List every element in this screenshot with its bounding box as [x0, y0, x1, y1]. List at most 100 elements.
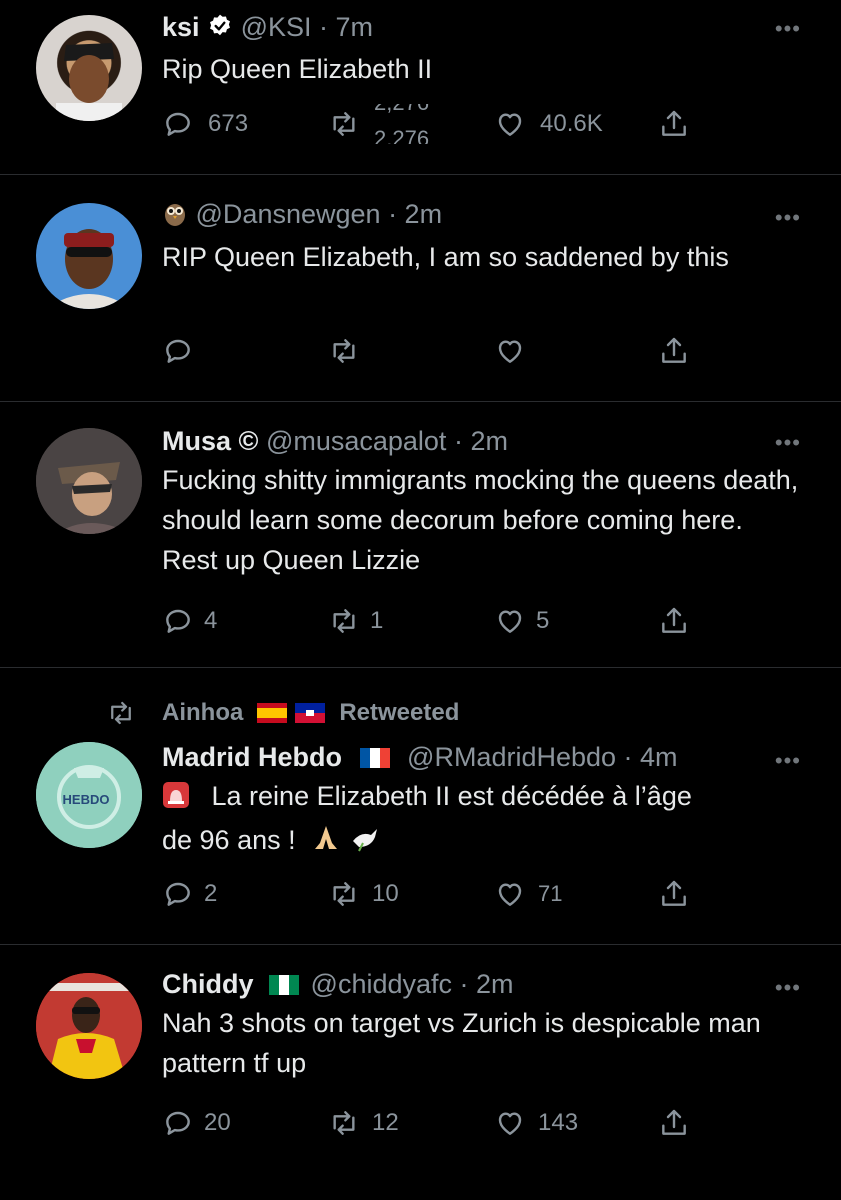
- owl-emoji-icon: [162, 199, 188, 235]
- heart-icon: [494, 878, 526, 910]
- retweet-count: 10: [372, 880, 399, 907]
- like-count: 5: [536, 607, 550, 634]
- avatar[interactable]: [36, 15, 142, 121]
- action-bar: 20 12 143: [162, 1103, 722, 1143]
- reply-icon: [162, 335, 194, 367]
- tweet-3[interactable]: Musa © @musacapalot · 2m Fucking shitty …: [0, 402, 841, 668]
- retweet-icon: [328, 335, 360, 367]
- tweet-5[interactable]: Chiddy @chiddyafc · 2m Nah 3 shots on ta…: [0, 945, 841, 1200]
- retweet-button[interactable]: 2,276 2,276: [328, 104, 444, 144]
- avatar-text: HEBDO: [63, 792, 110, 807]
- more-options-icon[interactable]: •••: [775, 16, 801, 42]
- france-flag-icon: [359, 748, 390, 768]
- retweet-icon: [328, 605, 360, 637]
- avatar[interactable]: HEBDO: [36, 742, 142, 848]
- like-count: 40.6K: [540, 110, 603, 137]
- share-button[interactable]: [658, 104, 690, 144]
- retweet-button[interactable]: 12: [328, 1103, 399, 1143]
- tweet-1[interactable]: ksi @KSI · 7m Rip Queen Elizabeth II •••…: [0, 0, 841, 175]
- action-bar: 4 1 5: [162, 601, 722, 641]
- timestamp[interactable]: · 2m: [454, 426, 508, 456]
- reply-button[interactable]: 20: [162, 1103, 231, 1143]
- reply-button[interactable]: 673: [162, 104, 248, 144]
- reply-button[interactable]: 4: [162, 601, 217, 641]
- retweet-count-prev: 2,276: [374, 104, 429, 116]
- share-icon: [658, 108, 690, 140]
- share-icon: [658, 1107, 690, 1139]
- heart-icon: [494, 1107, 526, 1139]
- share-button[interactable]: [658, 601, 690, 641]
- action-bar: 673 2,276 2,276 40.6K: [162, 104, 722, 144]
- avatar[interactable]: [36, 203, 142, 309]
- retweet-icon: [328, 1107, 360, 1139]
- share-button[interactable]: [658, 1103, 690, 1143]
- tweet-text: La reine Elizabeth II est décédée à l’âg…: [162, 776, 801, 864]
- share-button[interactable]: [658, 874, 690, 914]
- timestamp[interactable]: · 2m: [388, 199, 442, 229]
- more-options-icon[interactable]: •••: [775, 430, 801, 456]
- like-button[interactable]: 5: [494, 601, 549, 641]
- action-bar: [162, 331, 722, 371]
- like-count: 143: [538, 1109, 579, 1136]
- like-button[interactable]: 40.6K: [494, 104, 603, 144]
- reply-icon: [162, 108, 194, 140]
- handle[interactable]: @KSI: [241, 12, 312, 42]
- reply-button[interactable]: [162, 331, 208, 371]
- reply-icon: [162, 605, 194, 637]
- reply-count: 4: [204, 607, 218, 634]
- siren-emoji-icon: [162, 780, 190, 820]
- more-options-icon[interactable]: •••: [775, 748, 801, 774]
- display-name[interactable]: Madrid Hebdo: [162, 742, 342, 772]
- timestamp[interactable]: · 7m: [319, 12, 373, 42]
- more-options-icon[interactable]: •••: [775, 205, 801, 231]
- retweet-count: 2,276: [374, 126, 430, 144]
- like-count: 71: [538, 881, 563, 906]
- handle[interactable]: @RMadridHebdo: [407, 742, 616, 772]
- like-button[interactable]: 143: [494, 1103, 578, 1143]
- nigeria-flag-icon: [269, 975, 300, 995]
- reply-count: 673: [208, 110, 249, 137]
- reply-count: 20: [204, 1109, 231, 1136]
- retweet-button[interactable]: 1: [328, 601, 383, 641]
- retweet-count: 12: [372, 1109, 399, 1136]
- more-options-icon[interactable]: •••: [775, 975, 801, 1001]
- avatar[interactable]: [36, 428, 142, 534]
- verified-badge-icon: [207, 13, 233, 47]
- tweet-text-line2: de 96 ans !: [162, 825, 296, 855]
- tweet-text: Nah 3 shots on target vs Zurich is despi…: [162, 1008, 761, 1078]
- display-name[interactable]: Musa ©: [162, 426, 258, 456]
- tweet-text: RIP Queen Elizabeth, I am so saddened by…: [162, 242, 729, 272]
- handle[interactable]: @musacapalot: [266, 426, 447, 456]
- retweet-button[interactable]: 10: [328, 874, 399, 914]
- tweet-text: Fucking shitty immigrants mocking the qu…: [162, 465, 799, 575]
- retweet-button[interactable]: [328, 331, 374, 371]
- like-button[interactable]: 71: [494, 874, 562, 914]
- retweet-icon: [328, 108, 360, 140]
- avatar[interactable]: [36, 973, 142, 1079]
- timestamp[interactable]: · 2m: [460, 969, 514, 999]
- tweet-2[interactable]: @Dansnewgen · 2m RIP Queen Elizabeth, I …: [0, 175, 841, 402]
- handle[interactable]: @Dansnewgen: [196, 199, 381, 229]
- retweet-count: 1: [370, 607, 384, 634]
- reply-icon: [162, 1107, 194, 1139]
- display-name[interactable]: ksi: [162, 12, 200, 42]
- retweet-icon: [328, 878, 360, 910]
- reply-button[interactable]: 2: [162, 874, 217, 914]
- dove-emoji-icon: [349, 823, 381, 864]
- heart-icon: [494, 605, 526, 637]
- tweet-text: Rip Queen Elizabeth II: [162, 54, 433, 84]
- handle[interactable]: @chiddyafc: [311, 969, 452, 999]
- display-name[interactable]: Chiddy: [162, 969, 254, 999]
- share-button[interactable]: [658, 331, 690, 371]
- timestamp[interactable]: · 4m: [624, 742, 678, 772]
- reply-icon: [162, 878, 194, 910]
- share-icon: [658, 878, 690, 910]
- share-icon: [658, 335, 690, 367]
- heart-icon: [494, 335, 526, 367]
- like-button[interactable]: [494, 331, 540, 371]
- praying-hands-emoji-icon: [311, 823, 341, 864]
- share-icon: [658, 605, 690, 637]
- tweet-text-line1: La reine Elizabeth II est décédée à l’âg…: [211, 781, 692, 811]
- tweet-4[interactable]: HEBDO Madrid Hebdo @RMadridHebdo · 4m La…: [0, 668, 841, 945]
- reply-count: 2: [204, 880, 218, 907]
